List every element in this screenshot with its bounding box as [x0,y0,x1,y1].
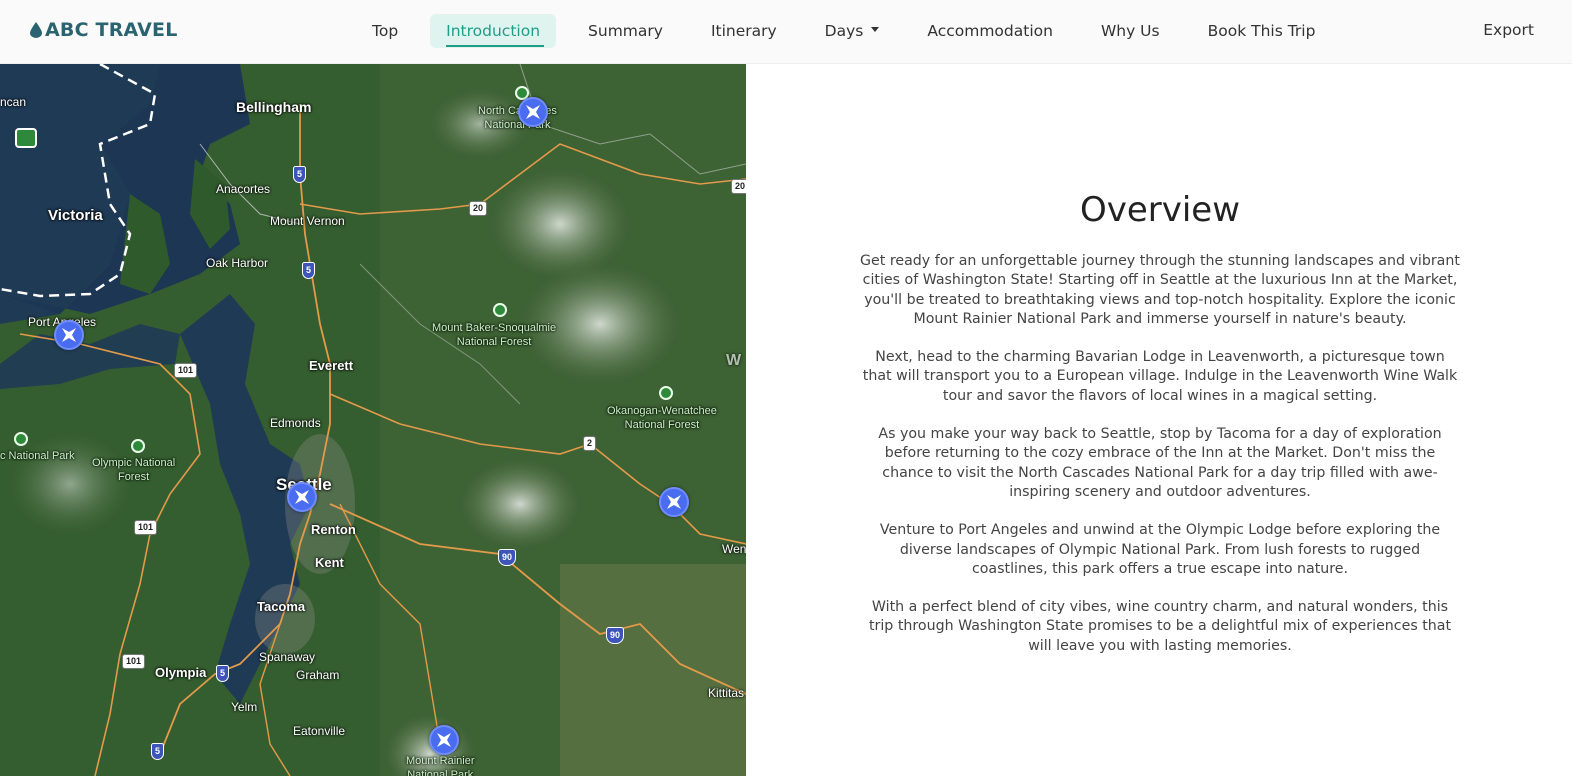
interstate-5-shield: 5 [293,166,307,183]
overview-paragraph: Venture to Port Angeles and unwind at th… [879,522,1441,577]
nav-introduction[interactable]: Introduction [430,14,557,48]
main-nav: Top Introduction Summary Itinerary Days … [356,13,1347,49]
us-101-shield: 101 [122,654,146,669]
export-label: Export [1483,21,1534,39]
trip-marker-port-angeles[interactable] [54,320,84,350]
location-star-icon [62,328,76,342]
map-label-bellingham: Bellingham [236,99,312,115]
map-label-tacoma: Tacoma [257,599,306,614]
map-label-anacortes: Anacortes [216,182,271,196]
top-navbar: ABC TRAVEL Top Introduction Summary Itin… [0,0,1572,64]
nav-days-dropdown[interactable]: Days [809,14,896,48]
overview-paragraph: As you make your way back to Seattle, st… [878,426,1442,500]
brand-logo[interactable]: ABC TRAVEL [30,19,178,41]
nav-days-label: Days [824,22,864,40]
nav-summary-label: Summary [588,22,663,40]
map-label-edmonds: Edmonds [270,416,321,430]
map-label-spanaway: Spanaway [259,650,316,664]
location-star-icon [526,105,540,119]
caret-down-icon [871,27,880,32]
sr-20-shield: 20 [731,179,746,194]
map-label-kent: Kent [315,555,344,570]
location-star-icon [667,495,681,509]
nav-accommodation[interactable]: Accommodation [911,14,1069,48]
us-101-shield: 101 [134,520,158,535]
brand-name: ABC TRAVEL [45,19,178,41]
export-button[interactable]: Export [1483,13,1534,47]
map-label-yelm: Yelm [231,700,258,714]
nav-book-label: Book This Trip [1207,22,1316,40]
overview-paragraph: Get ready for an unforgettable journey t… [860,253,1460,327]
nav-accommodation-label: Accommodation [927,22,1053,40]
map-label-olympic-park: c National Park [0,450,75,462]
map-label-olympic-forest: Olympic National Forest [92,457,176,483]
interstate-5-shield: 5 [151,743,165,760]
park-icon [493,303,507,317]
nav-itinerary-label: Itinerary [710,22,777,40]
sr-20-shield: 20 [469,201,488,216]
map-label-okanogan-forest: Okanogan-Wenatchee National Forest [607,405,717,431]
nav-why-us[interactable]: Why Us [1085,14,1176,48]
map-label-mount-rainier: Mount Rainier National Park [406,755,475,776]
park-icon [659,386,673,400]
map-label-washington-fragment: W [726,352,742,369]
nav-itinerary[interactable]: Itinerary [695,14,793,48]
map-label-renton: Renton [311,522,356,537]
map-label-oak-harbor: Oak Harbor [206,256,269,270]
water-drop-icon [30,22,42,38]
location-star-icon [437,733,451,747]
map-label-mbs-forest: Mount Baker-Snoqualmie National Forest [432,322,557,348]
overview-title: Overview [1079,190,1241,230]
map-label-graham: Graham [296,668,340,682]
park-icon [14,432,28,446]
overview-paragraph: With a perfect blend of city vibes, wine… [868,599,1452,654]
map-label-wenatchee-fragment: Wen [722,542,746,556]
park-icon [131,439,145,453]
trip-marker-mount-rainier[interactable] [429,725,459,755]
map-label-victoria: Victoria [48,207,103,224]
location-star-icon [295,490,309,504]
us-2-shield: 2 [583,436,597,451]
nav-why-us-label: Why Us [1100,22,1160,40]
map-label-kittitas: Kittitas [708,686,745,700]
overview-paragraph: Next, head to the charming Bavarian Lodg… [862,349,1458,404]
interstate-90-shield: 90 [498,549,517,566]
border-crossing-icon [15,128,37,148]
nav-introduction-label: Introduction [446,22,541,40]
map-label-olympia: Olympia [155,665,207,680]
nav-summary[interactable]: Summary [572,14,679,48]
overview-section: Overview Get ready for an unforgettable … [860,190,1460,675]
map-label-canada-fragment: ncan [0,95,27,109]
interstate-5-shield: 5 [216,665,230,682]
nav-top[interactable]: Top [356,14,414,48]
trip-marker-seattle[interactable] [287,482,317,512]
us-101-shield: 101 [174,363,198,378]
map-label-mount-vernon: Mount Vernon [270,214,345,228]
interstate-5-shield: 5 [302,262,316,279]
interstate-90-shield: 90 [606,627,625,644]
trip-marker-north-cascades[interactable] [518,97,548,127]
nav-top-label: Top [372,22,399,40]
map-label-everett: Everett [309,358,354,373]
trip-map[interactable]: Bellingham Anacortes Victoria Mount Vern… [0,64,746,776]
map-label-eatonville: Eatonville [293,724,346,738]
nav-book-this-trip[interactable]: Book This Trip [1192,14,1332,48]
trip-marker-leavenworth[interactable] [659,487,689,517]
